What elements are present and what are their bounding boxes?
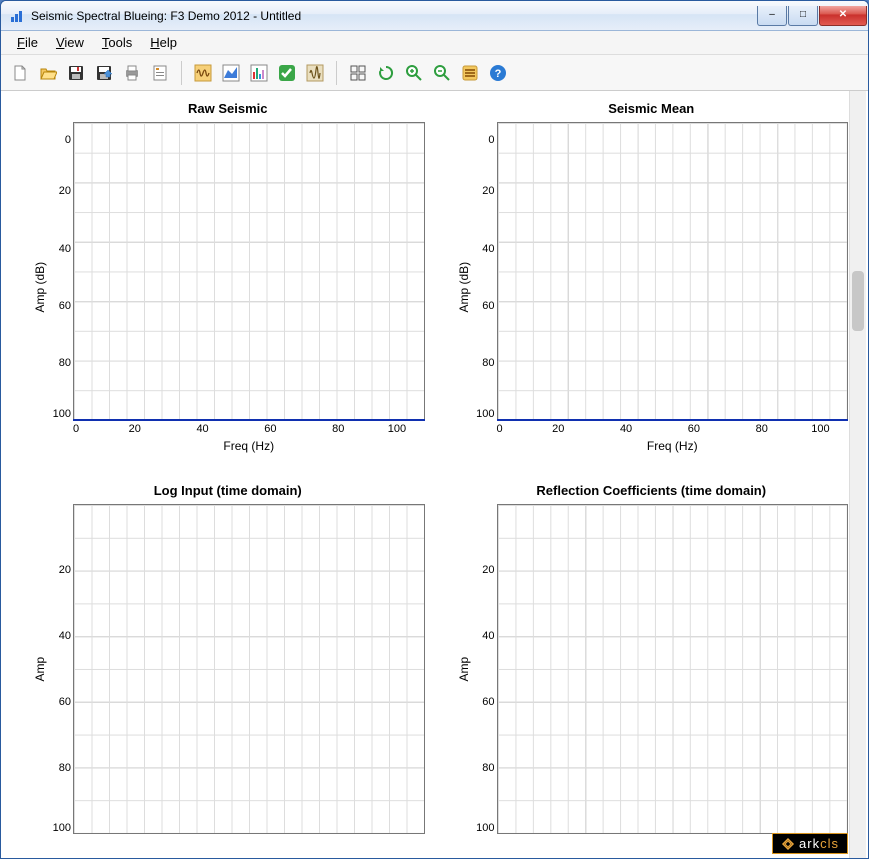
y-axis-label: Amp (dB) <box>31 122 47 453</box>
new-file-icon <box>11 64 29 82</box>
check-icon <box>278 64 296 82</box>
toolbar-separator <box>336 61 337 85</box>
zoom-out-button[interactable] <box>429 60 455 86</box>
window-title: Seismic Spectral Blueing: F3 Demo 2012 -… <box>31 9 757 23</box>
scrollbar-thumb[interactable] <box>852 271 864 331</box>
brand-logo-icon <box>781 837 795 851</box>
area-plot-icon <box>222 64 240 82</box>
chart-title: Seismic Mean <box>455 101 849 116</box>
menu-tools[interactable]: Tools <box>94 33 140 52</box>
spectrum-bars-icon <box>250 64 268 82</box>
zoom-out-icon <box>433 64 451 82</box>
menubar: File View Tools Help <box>1 31 868 55</box>
y-ticks: 100 80 60 40 20 0 <box>47 122 71 421</box>
x-ticks: 0 20 40 60 80 100 <box>73 423 425 435</box>
app-window: Seismic Spectral Blueing: F3 Demo 2012 -… <box>0 0 869 859</box>
seismic-trace-icon <box>194 64 212 82</box>
grid-icon <box>349 64 367 82</box>
chart-reflection-coefficients: Reflection Coefficients (time domain) Am… <box>455 483 849 835</box>
save-as-icon <box>95 64 113 82</box>
menu-view[interactable]: View <box>48 33 92 52</box>
chart-title: Raw Seismic <box>31 101 425 116</box>
svg-text:?: ? <box>495 68 502 80</box>
save-icon <box>67 64 85 82</box>
x-axis-label: Freq (Hz) <box>73 439 425 453</box>
y-ticks: 100 80 60 40 20 <box>47 504 71 835</box>
grid-box <box>73 504 425 835</box>
x-axis-label: Freq (Hz) <box>497 439 849 453</box>
grid-box <box>497 122 849 421</box>
menu-help[interactable]: Help <box>142 33 185 52</box>
minimize-button[interactable]: – <box>757 6 787 26</box>
chart-title: Reflection Coefficients (time domain) <box>455 483 849 498</box>
help-icon: ? <box>489 64 507 82</box>
plot-area-raw-seismic[interactable]: 100 80 60 40 20 0 <box>73 122 425 421</box>
plot-area-seismic-mean[interactable]: 100 80 60 40 20 0 <box>497 122 849 421</box>
open-folder-icon <box>39 64 57 82</box>
help-button[interactable]: ? <box>485 60 511 86</box>
brand-badge: arkcls <box>772 833 848 854</box>
fit-icon <box>461 64 479 82</box>
charts-grid: Raw Seismic Amp (dB) 100 80 60 40 20 0 <box>31 101 848 834</box>
process-button[interactable] <box>302 60 328 86</box>
print-button[interactable] <box>119 60 145 86</box>
x-ticks: 0 20 40 60 80 100 <box>497 423 849 435</box>
zoom-in-icon <box>405 64 423 82</box>
y-ticks: 100 80 60 40 20 <box>471 504 495 835</box>
grid-box <box>497 504 849 835</box>
menu-file[interactable]: File <box>9 33 46 52</box>
grid-view-button[interactable] <box>345 60 371 86</box>
close-button[interactable]: ✕ <box>819 6 867 26</box>
plot-area-log-input[interactable]: 100 80 60 40 20 <box>73 504 425 835</box>
fit-button[interactable] <box>457 60 483 86</box>
plot-area-reflection-coefficients[interactable]: 100 80 60 40 20 <box>497 504 849 835</box>
y-axis-label: Amp <box>455 504 471 835</box>
check-button[interactable] <box>274 60 300 86</box>
properties-icon <box>151 64 169 82</box>
titlebar[interactable]: Seismic Spectral Blueing: F3 Demo 2012 -… <box>1 1 868 31</box>
maximize-button[interactable]: □ <box>788 6 818 26</box>
chart-raw-seismic: Raw Seismic Amp (dB) 100 80 60 40 20 0 <box>31 101 425 453</box>
vertical-scrollbar[interactable] <box>849 91 866 858</box>
config-button[interactable] <box>147 60 173 86</box>
open-button[interactable] <box>35 60 61 86</box>
spectrum-button[interactable] <box>246 60 272 86</box>
chart-title: Log Input (time domain) <box>31 483 425 498</box>
refresh-icon <box>377 64 395 82</box>
wavelet-icon <box>306 64 324 82</box>
print-icon <box>123 64 141 82</box>
content-area: Raw Seismic Amp (dB) 100 80 60 40 20 0 <box>1 91 868 858</box>
app-icon <box>9 8 25 24</box>
wave-button[interactable] <box>218 60 244 86</box>
chart-seismic-mean: Seismic Mean Amp (dB) 100 80 60 40 20 0 <box>455 101 849 453</box>
chart-log-input: Log Input (time domain) Amp 100 80 60 40… <box>31 483 425 835</box>
seismic-button[interactable] <box>190 60 216 86</box>
y-axis-label: Amp <box>31 504 47 835</box>
zoom-in-button[interactable] <box>401 60 427 86</box>
y-axis-label: Amp (dB) <box>455 122 471 453</box>
toolbar-separator <box>181 61 182 85</box>
toolbar: ? <box>1 55 868 91</box>
y-ticks: 100 80 60 40 20 0 <box>471 122 495 421</box>
grid-box <box>73 122 425 421</box>
refresh-button[interactable] <box>373 60 399 86</box>
new-button[interactable] <box>7 60 33 86</box>
saveas-button[interactable] <box>91 60 117 86</box>
save-button[interactable] <box>63 60 89 86</box>
